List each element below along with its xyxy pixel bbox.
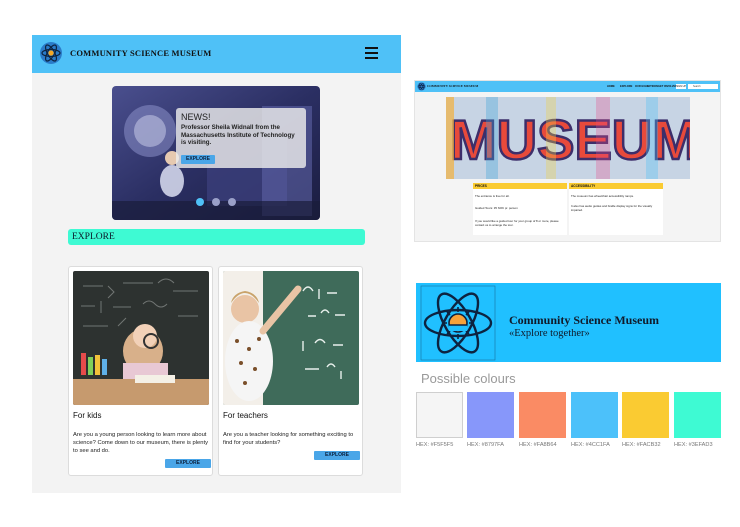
mobile-mockup: COMMUNITY SCIENCE MUSEUM NEWS! Professor [32, 35, 401, 493]
swatch-6 [674, 392, 721, 438]
news-box: NEWS! Professor Sheila Widnall from the … [176, 108, 306, 168]
carousel-dot-2[interactable] [212, 198, 220, 206]
accessibility-line-1: The museum has wheelchair accessibility … [571, 194, 634, 198]
swatch-1 [416, 392, 463, 438]
section-title: EXPLORE [72, 232, 115, 242]
prices-line-2: Guided Tours: 35 NOK pr. person [475, 206, 518, 210]
prices-panel: PRICES The entrance is free for all. Gui… [473, 183, 567, 235]
atom-sun-logo-icon [420, 285, 496, 361]
swatch-4 [571, 392, 618, 438]
explore-section-header: EXPLORE [68, 229, 365, 245]
prices-line-3: If you would like a guided tour for your… [475, 219, 559, 227]
desktop-mockup: COMMUNITY SCIENCE MUSEUM HOME EXPLORE OU… [414, 80, 721, 242]
museum-banner: MUSEUM [446, 97, 690, 179]
swatch-5 [622, 392, 669, 438]
swatch-1-label: HEX: #F5F5F5 [416, 442, 454, 448]
atom-logo-icon[interactable] [39, 41, 63, 65]
site-title[interactable]: COMMUNITY SCIENCE MUSEUM [70, 48, 211, 58]
nav-exhibitions[interactable]: OUR EXHIBITIONS [635, 85, 658, 88]
teachers-explore-button[interactable]: EXPLORE [314, 451, 360, 460]
nav-home[interactable]: HOME [607, 85, 615, 88]
kids-explore-button[interactable]: EXPLORE [165, 459, 211, 468]
card-teachers-title: For teachers [223, 411, 268, 420]
kids-photo [73, 271, 209, 405]
teacher-photo [223, 271, 359, 405]
mobile-header: COMMUNITY SCIENCE MUSEUM [32, 35, 401, 73]
swatch-2-label: HEX: #8797FA [467, 442, 505, 448]
signup-button[interactable]: SIGN UP [676, 83, 686, 89]
prices-line-1: The entrance is free for all. [475, 194, 510, 198]
brand-title: Community Science Museum [509, 313, 659, 327]
hero-carousel[interactable]: NEWS! Professor Sheila Widnall from the … [112, 86, 320, 220]
search-input[interactable]: Search [688, 83, 718, 89]
accessibility-panel: ACCESSIBILITY The museum has wheelchair … [569, 183, 663, 235]
atom-logo-small-icon[interactable] [417, 82, 426, 91]
card-teachers-text: Are you a teacher looking for something … [223, 432, 354, 446]
card-teachers[interactable]: For teachers Are you a teacher looking f… [218, 266, 363, 476]
card-kids-text: Are you a young person looking to learn … [73, 432, 209, 454]
palette-title: Possible colours [421, 371, 516, 386]
swatch-2 [467, 392, 514, 438]
swatch-5-label: HEX: #FACB32 [622, 442, 661, 448]
carousel-dot-1[interactable] [196, 198, 204, 206]
swatch-3-label: HEX: #FA8B64 [519, 442, 557, 448]
nav-explore[interactable]: EXPLORE [620, 85, 632, 88]
swatch-3 [519, 392, 566, 438]
desktop-site-title[interactable]: COMMUNITY SCIENCE MUSEUM [427, 84, 478, 88]
carousel-dot-3[interactable] [228, 198, 236, 206]
swatch-4-label: HEX: #4CC1FA [571, 442, 610, 448]
desktop-header: COMMUNITY SCIENCE MUSEUM HOME EXPLORE OU… [415, 81, 720, 92]
brand-logo-panel: Community Science Museum «Explore togeth… [416, 283, 721, 362]
hamburger-icon[interactable] [365, 47, 378, 59]
card-kids-title: For kids [73, 411, 102, 420]
accessibility-line-2: It also has audio guides and braille dis… [571, 204, 653, 212]
prices-heading: PRICES [473, 183, 567, 189]
card-kids[interactable]: For kids Are you a young person looking … [68, 266, 213, 476]
brand-subtitle: «Explore together» [509, 328, 590, 339]
news-explore-button[interactable]: EXPLORE [181, 155, 215, 164]
news-heading: NEWS! [181, 112, 211, 122]
news-text: Professor Sheila Widnall from the Massac… [181, 124, 295, 147]
swatch-6-label: HEX: #3EFAD3 [674, 442, 713, 448]
nav-get-involved[interactable]: GET INVOLVED [658, 85, 677, 88]
accessibility-heading: ACCESSIBILITY [569, 183, 663, 189]
